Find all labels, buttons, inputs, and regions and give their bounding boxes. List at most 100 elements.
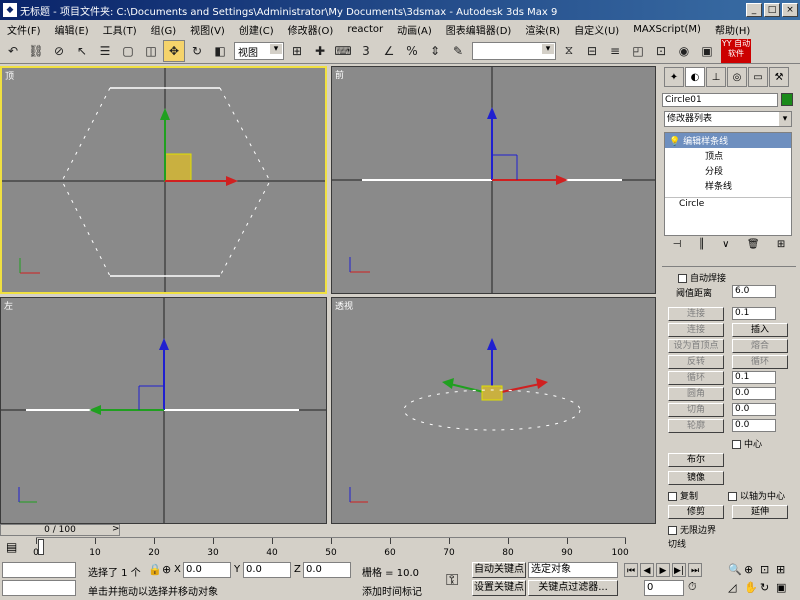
lock-selection-icon[interactable]: 🔒 (148, 563, 162, 576)
select-manipulate-icon[interactable]: ✚ (309, 40, 331, 62)
viewport-front[interactable]: 前 (331, 66, 656, 294)
refcoord-select[interactable]: 视图 (234, 41, 284, 60)
set-key-button[interactable]: 设置关键点 (472, 580, 526, 596)
connect-input[interactable]: 0.1 (732, 307, 776, 320)
time-slider-next-icon[interactable]: > (112, 524, 120, 534)
menu-maxscript[interactable]: MAXScript(M) (626, 24, 708, 35)
viewport-left[interactable]: 左 (0, 297, 327, 524)
material-editor-icon[interactable]: ◉ (673, 40, 695, 62)
maxscript-listener-field[interactable] (2, 562, 76, 578)
outline-button[interactable]: 轮廓 (668, 419, 724, 433)
keyboard-shortcut-icon[interactable]: ⌨ (332, 40, 354, 62)
hierarchy-tab-icon[interactable]: ⊥ (706, 67, 726, 87)
select-rotate-icon[interactable]: ↻ (186, 40, 208, 62)
unlink-icon[interactable]: ⊘ (48, 40, 70, 62)
rect-selection-icon[interactable]: ▢ (117, 40, 139, 62)
object-color-swatch[interactable] (781, 93, 793, 106)
menu-reactor[interactable]: reactor (340, 24, 390, 35)
threshold-input[interactable]: 6.0 (732, 285, 776, 298)
trim-button[interactable]: 修剪 (668, 505, 724, 519)
minimize-button[interactable]: _ (746, 3, 762, 17)
extend-button[interactable]: 延伸 (732, 505, 788, 519)
chamfer-button[interactable]: 切角 (668, 403, 724, 417)
infinite-bounds-checkbox[interactable]: 无限边界 (668, 523, 716, 536)
viewport-perspective[interactable]: 透视 (331, 297, 656, 524)
zoom-extents-icon[interactable]: ⊡ (760, 563, 769, 576)
zoom-extents-all-icon[interactable]: ⊞ (776, 563, 785, 576)
outline-input[interactable]: 0.0 (732, 419, 776, 432)
field-of-view-icon[interactable]: ◿ (728, 581, 736, 594)
curve-editor-icon[interactable]: ◰ (627, 40, 649, 62)
modify-tab-icon[interactable]: ◐ (685, 67, 705, 87)
connect-copy-button[interactable]: 连接 (668, 323, 724, 337)
menu-file[interactable]: 文件(F) (0, 22, 48, 37)
edit-named-selection-icon[interactable]: ✎ (447, 40, 469, 62)
absolute-mode-icon[interactable]: ⊕ (162, 563, 171, 576)
menu-group[interactable]: 组(G) (144, 22, 184, 37)
timeline[interactable]: ▤ 0 10 20 30 40 50 60 70 80 90 100 (0, 537, 660, 559)
fillet-button[interactable]: 圆角 (668, 387, 724, 401)
mirror-icon[interactable]: ⧖ (558, 40, 580, 62)
stack-item-segment[interactable]: 分段 (665, 163, 791, 178)
cross-insert-button[interactable]: 循环 (668, 371, 724, 385)
select-by-name-icon[interactable]: ☰ (94, 40, 116, 62)
pan-icon[interactable]: ✋ (744, 581, 758, 594)
angle-snap-icon[interactable]: ∠ (378, 40, 400, 62)
object-name-field[interactable]: Circle01 (662, 93, 778, 107)
mirror-button[interactable]: 镜像 (668, 471, 724, 485)
auto-key-button[interactable]: 自动关键点 (472, 562, 526, 578)
add-time-tag[interactable]: 添加时间标记 (362, 583, 422, 598)
play-icon[interactable]: ▶ (656, 563, 670, 577)
layer-manager-icon[interactable]: ≡ (604, 40, 626, 62)
reverse-button[interactable]: 反转 (668, 355, 724, 369)
about-pivot-checkbox[interactable]: 以轴为中心 (728, 489, 785, 502)
menu-rendering[interactable]: 渲染(R) (518, 22, 567, 37)
auto-weld-checkbox[interactable]: 自动焊接 (678, 271, 726, 284)
undo-icon[interactable]: ↶ (2, 40, 24, 62)
percent-snap-icon[interactable]: % (401, 40, 423, 62)
stack-item-vertex[interactable]: 顶点 (665, 148, 791, 163)
viewport-top[interactable]: 顶 (0, 66, 327, 294)
pin-stack-icon[interactable]: ⊣ (673, 239, 682, 255)
cycle-button[interactable]: 循环 (732, 355, 788, 369)
menu-tools[interactable]: 工具(T) (96, 22, 144, 37)
track-bar-icon[interactable]: ▤ (6, 540, 17, 554)
close-button[interactable]: × (782, 3, 798, 17)
select-scale-icon[interactable]: ◧ (209, 40, 231, 62)
maxscript-listener-field-2[interactable] (2, 580, 76, 596)
insert-button[interactable]: 插入 (732, 323, 788, 337)
key-filters-button[interactable]: 关键点过滤器... (528, 580, 618, 596)
arc-rotate-icon[interactable]: ↻ (760, 581, 769, 594)
make-first-button[interactable]: 设为首顶点 (668, 339, 724, 353)
menu-views[interactable]: 视图(V) (183, 22, 232, 37)
connect-button[interactable]: 连接 (668, 307, 724, 321)
stack-item-spline[interactable]: 样条线 (665, 178, 791, 193)
stack-item-edit-spline[interactable]: 💡 编辑样条线 (665, 133, 791, 148)
time-configuration-icon[interactable]: ⏱ (688, 580, 697, 594)
fillet-input[interactable]: 0.0 (732, 387, 776, 400)
stack-item-circle[interactable]: Circle (665, 197, 791, 210)
z-coordinate-input[interactable]: 0.0 (303, 562, 351, 578)
viewport-left-label[interactable]: 左 (4, 299, 13, 312)
fuse-button[interactable]: 熔合 (732, 339, 788, 353)
time-slider-handle[interactable] (38, 539, 44, 555)
show-end-result-icon[interactable]: ║ (699, 239, 705, 255)
menu-animation[interactable]: 动画(A) (390, 22, 439, 37)
go-to-start-icon[interactable]: ⏮ (624, 563, 638, 577)
next-frame-icon[interactable]: ▶| (672, 563, 686, 577)
maximize-viewport-icon[interactable]: ▣ (776, 581, 786, 594)
utilities-tab-icon[interactable]: ⚒ (769, 67, 789, 87)
named-selection-set[interactable] (472, 41, 556, 60)
snap-toggle-icon[interactable]: 3 (355, 40, 377, 62)
zoom-icon[interactable]: 🔍 (728, 563, 742, 576)
time-slider[interactable]: 0 / 100 (0, 524, 120, 536)
center-checkbox[interactable]: 中心 (732, 437, 762, 450)
cycle-input[interactable]: 0.1 (732, 371, 776, 384)
select-move-icon[interactable]: ✥ (163, 39, 185, 62)
select-link-icon[interactable]: ⛓ (25, 40, 47, 62)
current-frame-input[interactable]: 0 (644, 580, 684, 596)
go-to-end-icon[interactable]: ⏭ (688, 563, 702, 577)
app-icon[interactable]: ◆ (3, 3, 17, 17)
align-icon[interactable]: ⊟ (581, 40, 603, 62)
boolean-button[interactable]: 布尔 (668, 453, 724, 467)
